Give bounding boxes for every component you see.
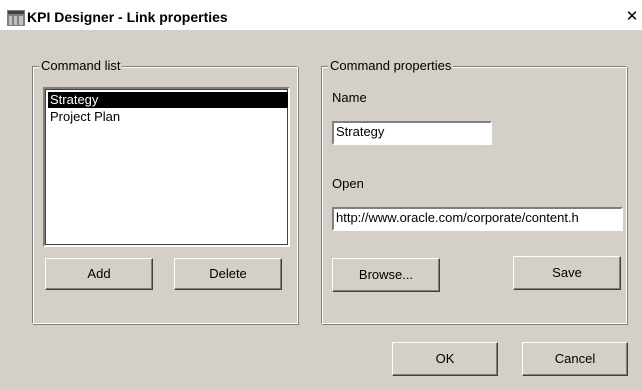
close-icon[interactable]: ✕ bbox=[624, 9, 640, 25]
delete-button[interactable]: Delete bbox=[174, 258, 282, 290]
app-icon bbox=[7, 10, 25, 26]
link-properties-dialog: KPI Designer - Link properties ✕ Command… bbox=[0, 0, 642, 390]
name-field[interactable]: Strategy bbox=[332, 121, 492, 145]
title-bar: KPI Designer - Link properties ✕ bbox=[0, 0, 642, 30]
delete-button-label: Delete bbox=[209, 266, 247, 281]
command-properties-legend: Command properties bbox=[328, 58, 454, 73]
cancel-button[interactable]: Cancel bbox=[522, 342, 628, 376]
command-listbox[interactable]: Strategy Project Plan bbox=[43, 87, 290, 247]
open-url-field-value: http://www.oracle.com/corporate/content.… bbox=[336, 210, 579, 225]
name-field-value: Strategy bbox=[336, 124, 385, 139]
list-item-label: Strategy bbox=[50, 92, 99, 107]
cancel-button-label: Cancel bbox=[554, 351, 596, 366]
ok-button[interactable]: OK bbox=[392, 342, 498, 376]
add-button-label: Add bbox=[87, 266, 111, 281]
add-button[interactable]: Add bbox=[45, 258, 153, 290]
browse-button[interactable]: Browse... bbox=[332, 258, 440, 292]
save-button[interactable]: Save bbox=[513, 256, 621, 290]
name-label: Name bbox=[332, 90, 367, 105]
open-label: Open bbox=[332, 176, 364, 191]
browse-button-label: Browse... bbox=[358, 267, 414, 282]
list-item[interactable]: Strategy bbox=[48, 92, 288, 108]
list-item[interactable]: Project Plan bbox=[48, 109, 120, 125]
save-button-label: Save bbox=[552, 265, 582, 280]
window-title: KPI Designer - Link properties bbox=[27, 9, 228, 25]
command-list-legend: Command list bbox=[39, 58, 123, 73]
list-item-label: Project Plan bbox=[50, 109, 121, 124]
open-url-field[interactable]: http://www.oracle.com/corporate/content.… bbox=[332, 207, 623, 231]
ok-button-label: OK bbox=[435, 351, 455, 366]
